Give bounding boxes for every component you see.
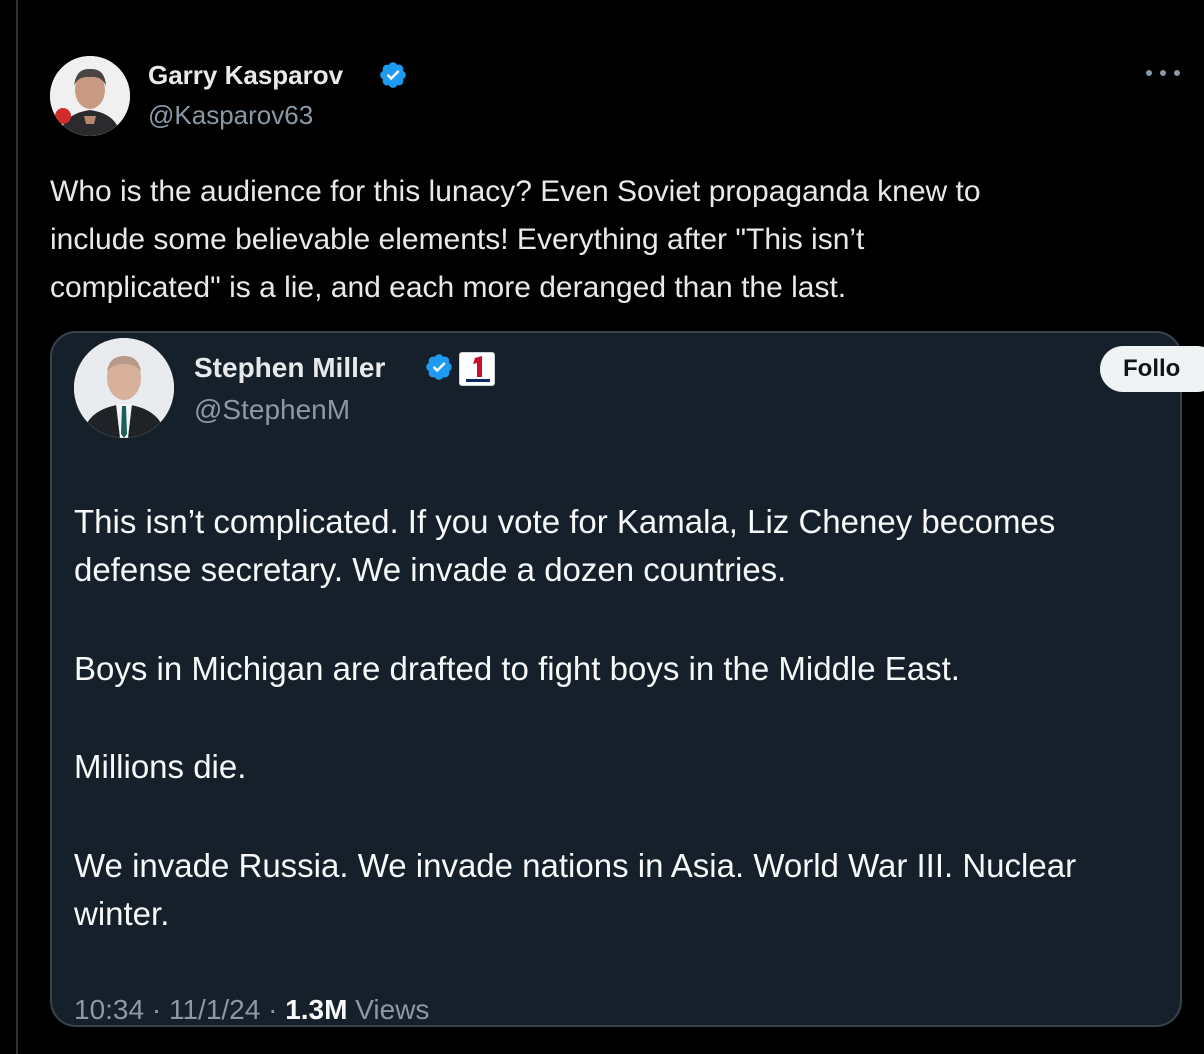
more-dot — [1160, 70, 1166, 76]
more-options-icon[interactable] — [1146, 66, 1180, 80]
tweet-text-line: include some believable elements! Everyt… — [50, 223, 865, 256]
views-label: Views — [355, 994, 430, 1025]
tweet-author-handle[interactable]: @Kasparov63 — [148, 100, 313, 131]
follow-button[interactable]: Follo — [1100, 346, 1204, 392]
tweet-text-line: complicated" is a lie, and each more der… — [50, 271, 847, 304]
quoted-paragraph: This isn’t complicated. If you vote for … — [74, 503, 1056, 588]
post-date[interactable]: 11/1/24 — [169, 994, 260, 1025]
more-dot — [1174, 70, 1180, 76]
quoted-author-name[interactable]: Stephen Miller — [194, 352, 385, 384]
kasparov-avatar[interactable] — [50, 56, 130, 136]
quoted-paragraph: Boys in Michigan are drafted to fight bo… — [74, 650, 960, 687]
miller-avatar[interactable] — [74, 338, 174, 438]
tweet-text-line: Who is the audience for this lunacy? Eve… — [50, 175, 981, 208]
views-count: 1.3M — [285, 994, 348, 1025]
affiliation-badge-icon[interactable] — [459, 352, 495, 386]
quoted-tweet-meta: 10:34 · 11/1/24 · 1.3M Views — [74, 994, 429, 1026]
quoted-paragraph: We invade Russia. We invade nations in A… — [74, 847, 1077, 932]
tweet-text: Who is the audience for this lunacy? Eve… — [50, 168, 1170, 312]
quoted-paragraph: Millions die. — [74, 748, 247, 785]
meta-separator: · — [268, 994, 286, 1025]
more-dot — [1146, 70, 1152, 76]
tweet-author-name[interactable]: Garry Kasparov — [148, 60, 343, 91]
quoted-author-handle[interactable]: @StephenM — [194, 394, 350, 426]
timeline-left-border — [16, 0, 18, 1054]
post-time[interactable]: 10:34 — [74, 994, 144, 1025]
meta-separator: · — [151, 994, 169, 1025]
verified-badge-icon — [380, 62, 406, 88]
verified-badge-icon — [426, 354, 452, 380]
